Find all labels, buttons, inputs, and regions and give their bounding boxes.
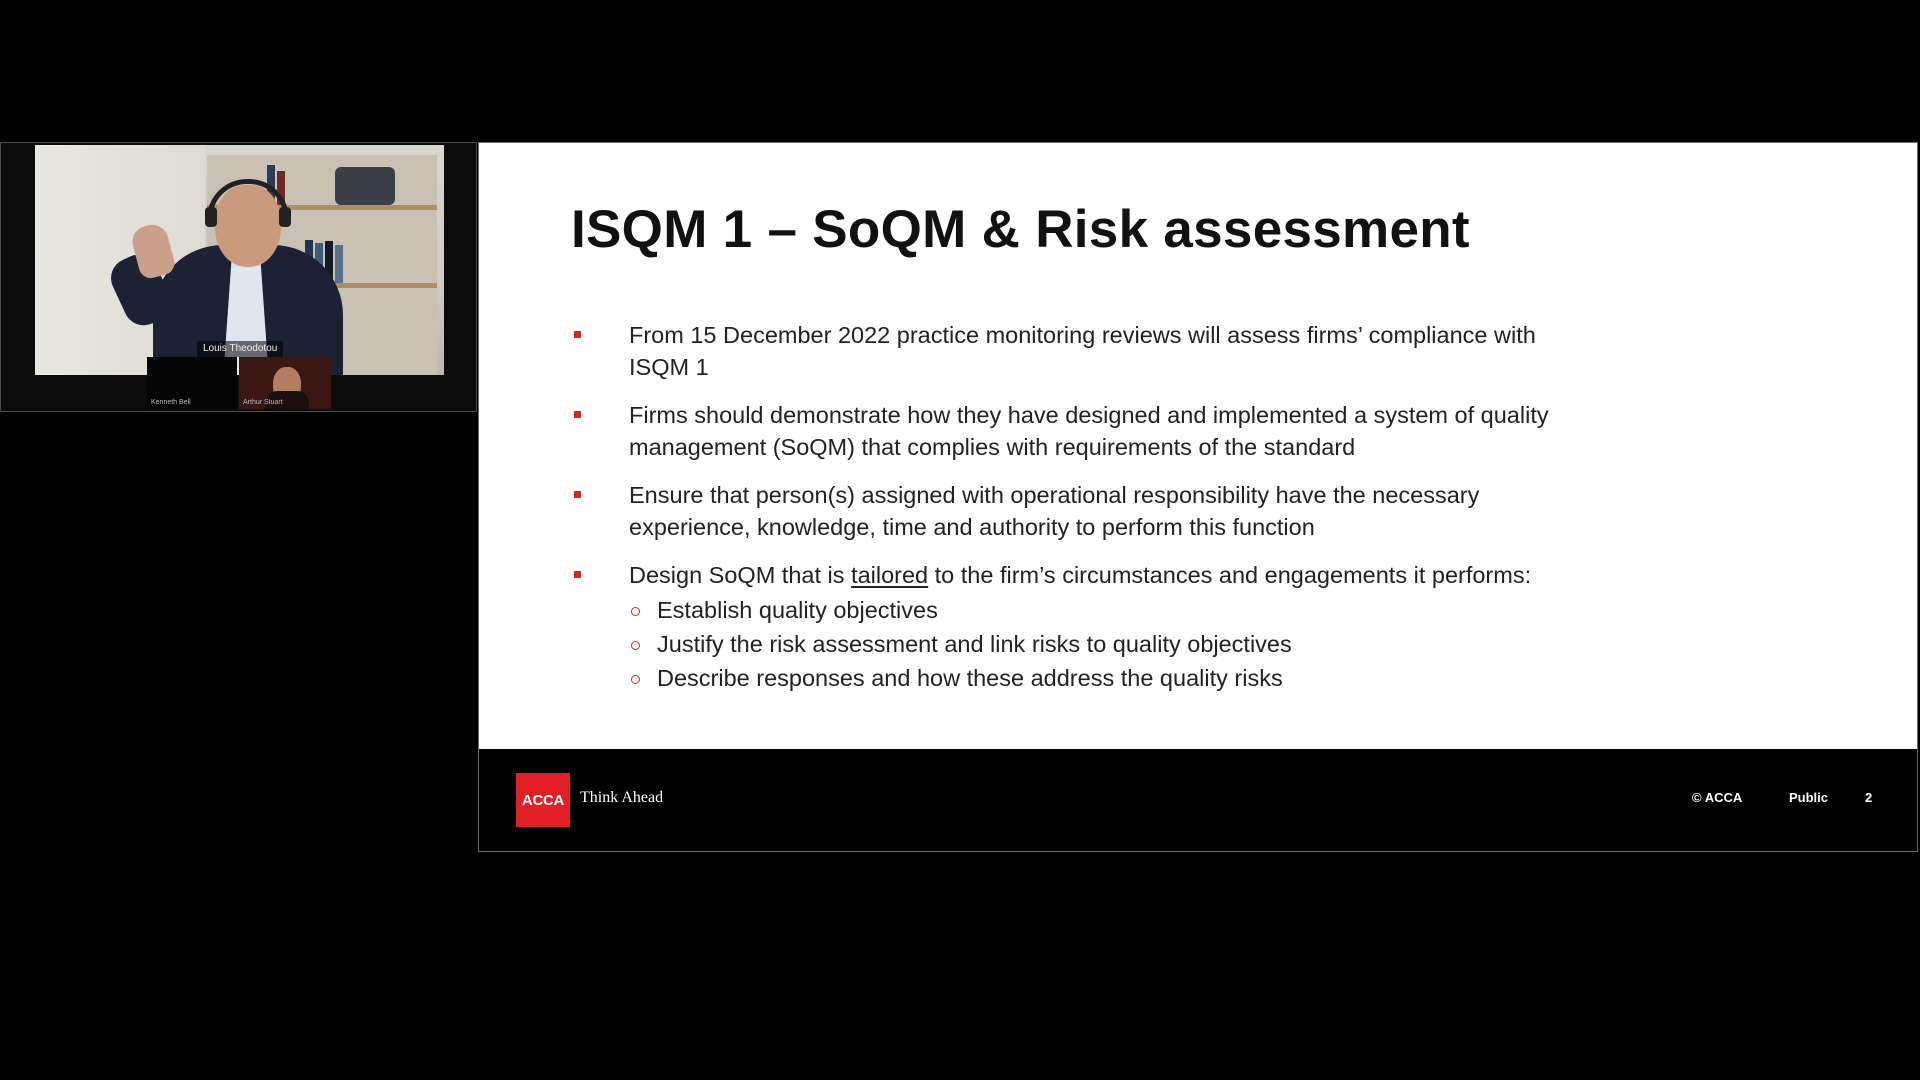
presentation-slide: ISQM 1 – SoQM & Risk assessment From 15 …	[478, 142, 1918, 852]
speaker-video[interactable]: Louis Theodotou	[35, 145, 444, 375]
bullet-text-part: to the firm’s circumstances and engageme…	[928, 562, 1532, 588]
slide-bullet: Ensure that person(s) assigned with oper…	[571, 479, 1591, 543]
book	[335, 167, 395, 205]
underlined-emphasis: tailored	[851, 562, 929, 588]
participant-thumbnail[interactable]: Arthur Stuart	[239, 357, 331, 409]
sub-bullet-text: Establish quality objectives	[657, 597, 938, 623]
sub-bullet-text: Justify the risk assessment and link ris…	[657, 631, 1292, 657]
participant-thumbnail-label: Arthur Stuart	[243, 399, 283, 406]
video-panel[interactable]: Louis Theodotou Kenneth Bell Arthur Stua…	[0, 142, 477, 412]
bullet-text: Design SoQM that is tailored to the firm…	[629, 562, 1531, 588]
slide-bullet: Firms should demonstrate how they have d…	[571, 399, 1591, 463]
bullet-text: Ensure that person(s) assigned with oper…	[629, 482, 1480, 540]
brand-tagline: Think Ahead	[580, 789, 664, 806]
headset-earpiece	[205, 207, 217, 227]
red-square-bullet-icon	[574, 411, 581, 418]
red-square-bullet-icon	[574, 331, 581, 338]
sub-bullet: Describe responses and how these address…	[629, 661, 1591, 695]
sub-bullet-list: Establish quality objectives Justify the…	[629, 593, 1591, 695]
red-circle-bullet-icon	[631, 641, 640, 650]
sub-bullet: Justify the risk assessment and link ris…	[629, 627, 1591, 661]
acca-logo: ACCA	[516, 773, 570, 827]
red-square-bullet-icon	[574, 571, 581, 578]
bullet-text: From 15 December 2022 practice monitorin…	[629, 322, 1536, 380]
book	[335, 245, 343, 283]
red-square-bullet-icon	[574, 491, 581, 498]
red-circle-bullet-icon	[631, 607, 640, 616]
participant-thumbnail[interactable]: Kenneth Bell	[147, 357, 237, 409]
participant-thumbnail-label: Kenneth Bell	[151, 399, 191, 406]
slide-bullet: Design SoQM that is tailored to the firm…	[571, 559, 1591, 695]
slide-title: ISQM 1 – SoQM & Risk assessment	[571, 200, 1470, 259]
bullet-text: Firms should demonstrate how they have d…	[629, 402, 1549, 460]
slide-bullet: From 15 December 2022 practice monitorin…	[571, 319, 1591, 383]
slide-bullet-list: From 15 December 2022 practice monitorin…	[571, 319, 1591, 711]
participant-name-tag: Louis Theodotou	[197, 341, 284, 357]
screen: Louis Theodotou Kenneth Bell Arthur Stua…	[0, 0, 1920, 1080]
headset-earpiece	[279, 207, 291, 227]
page-number: 2	[1865, 790, 1873, 805]
sub-bullet-text: Describe responses and how these address…	[657, 665, 1283, 691]
slide-footer: ACCA Think Ahead © ACCA Public 2	[479, 749, 1917, 851]
classification-label: Public	[1789, 790, 1829, 805]
copyright-notice: © ACCA	[1692, 790, 1743, 805]
bullet-text-part: Design SoQM that is	[629, 562, 852, 588]
sub-bullet: Establish quality objectives	[629, 593, 1591, 627]
red-circle-bullet-icon	[631, 675, 640, 684]
